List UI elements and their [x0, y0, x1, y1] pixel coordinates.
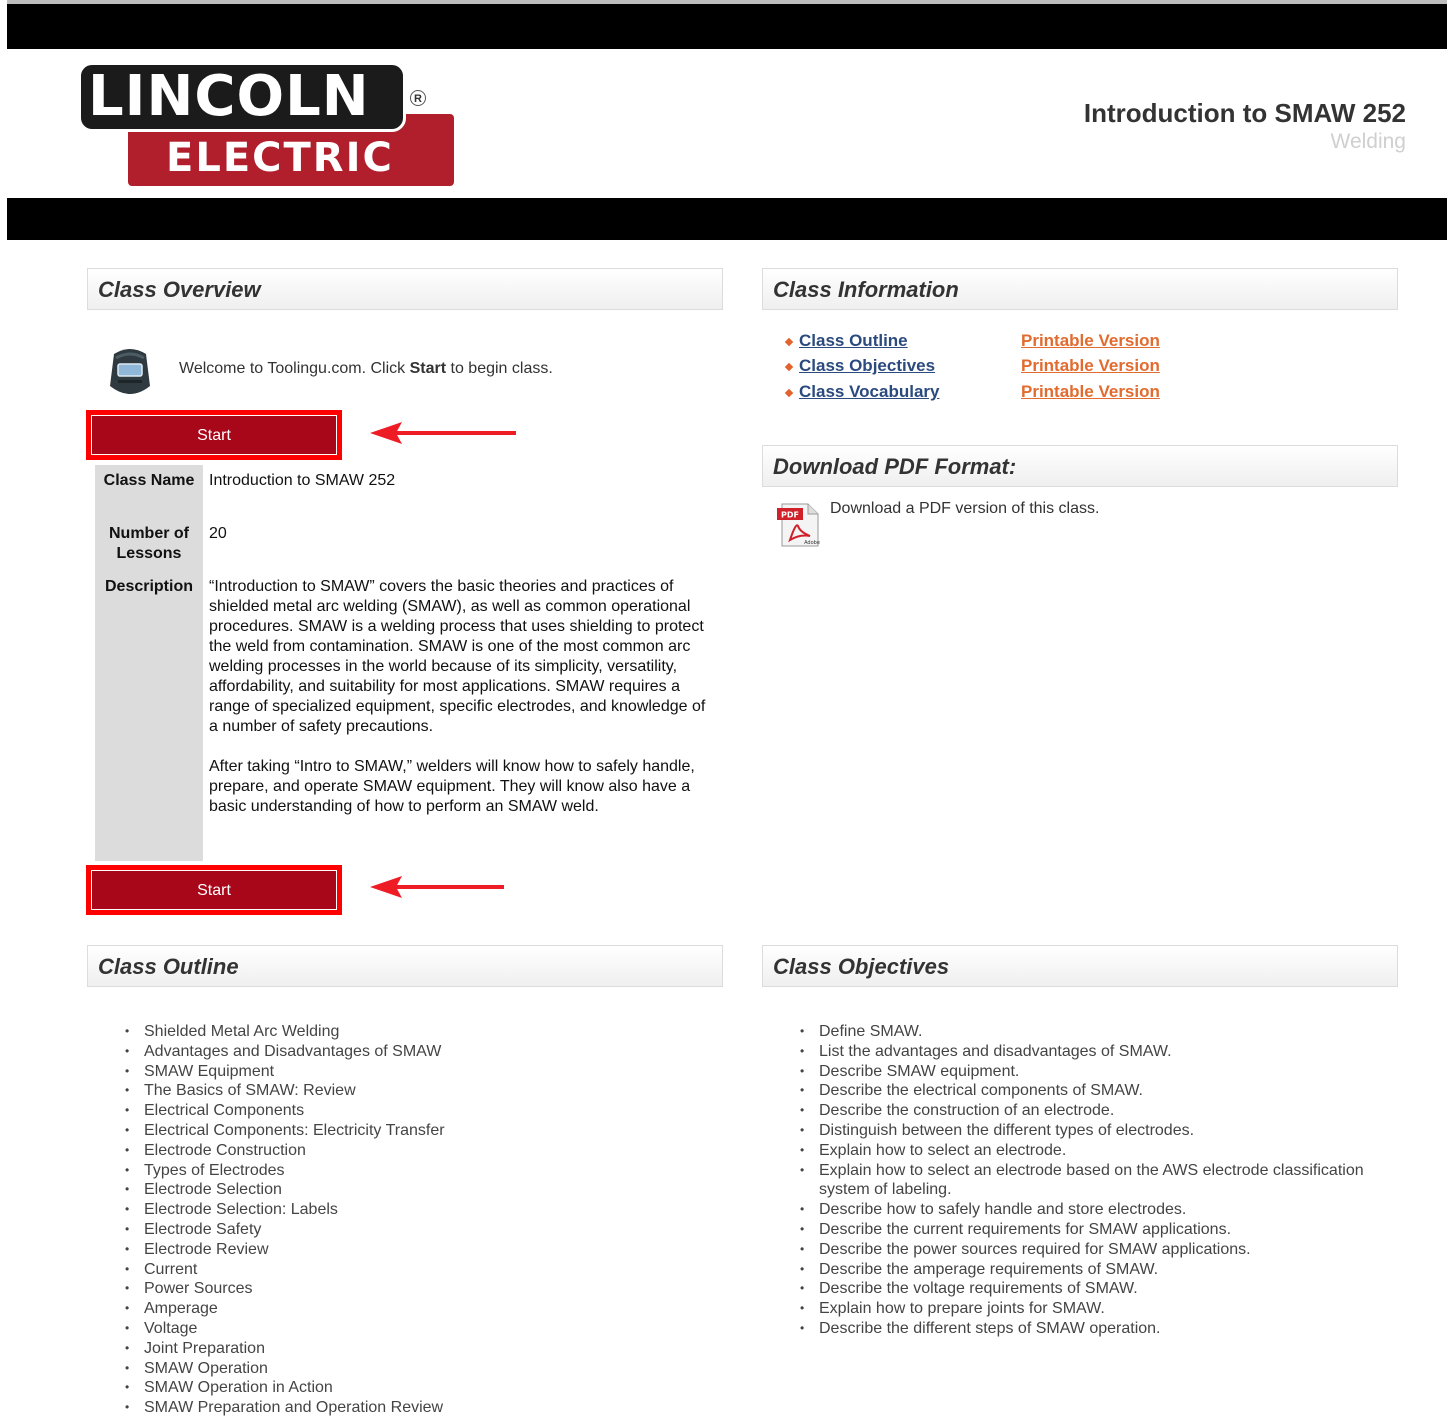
list-item: Describe the amperage requirements of SM… — [762, 1260, 1402, 1280]
arrow-left-icon — [370, 876, 504, 898]
list-item: Describe the voltage requirements of SMA… — [762, 1279, 1402, 1299]
class-objectives-heading: Class Objectives — [762, 945, 1398, 987]
start-button-bottom[interactable]: Start — [91, 870, 337, 910]
description-paragraph-2: After taking “Intro to SMAW,” welders wi… — [209, 758, 695, 815]
welding-helmet-icon — [110, 349, 150, 394]
list-item: Explain how to prepare joints for SMAW. — [762, 1299, 1402, 1319]
bullet-diamond-icon — [784, 388, 794, 398]
list-item: Joint Preparation — [87, 1339, 723, 1359]
list-item: Describe SMAW equipment. — [762, 1062, 1402, 1082]
class-outline-heading: Class Outline — [87, 945, 723, 987]
list-item: Voltage — [87, 1319, 723, 1339]
list-item: Describe how to safely handle and store … — [762, 1200, 1402, 1220]
description-paragraph-1: “Introduction to SMAW” covers the basic … — [209, 578, 706, 735]
list-item: Explain how to select an electrode based… — [762, 1161, 1402, 1201]
list-item: Power Sources — [87, 1279, 723, 1299]
list-item: SMAW Operation — [87, 1359, 723, 1379]
class-vocabulary-link[interactable]: Class Vocabulary — [799, 382, 939, 402]
header-bottom-bar — [7, 198, 1447, 240]
class-objectives-list: Define SMAW.List the advantages and disa… — [762, 1022, 1402, 1339]
class-overview-heading: Class Overview — [87, 268, 723, 310]
class-vocabulary-printable-link[interactable]: Printable Version — [1021, 382, 1160, 402]
info-link-row: Class Objectives Printable Version — [784, 356, 1186, 380]
lincoln-electric-logo[interactable]: LINCOLN ELECTRIC R — [78, 62, 456, 188]
logo-text-lincoln: LINCOLN — [88, 64, 370, 129]
welcome-message: Welcome to Toolingu.com. Click Start to … — [179, 360, 553, 377]
list-item: Describe the construction of an electrod… — [762, 1101, 1402, 1121]
header-top-bar — [7, 4, 1447, 49]
list-item: Describe the current requirements for SM… — [762, 1220, 1402, 1240]
list-item: Electrode Selection: Labels — [87, 1200, 723, 1220]
list-item: Electrode Construction — [87, 1141, 723, 1161]
arrow-left-icon — [370, 422, 516, 444]
download-pdf-text[interactable]: Download a PDF version of this class. — [830, 500, 1099, 518]
class-category: Welding — [1330, 130, 1407, 153]
list-item: Define SMAW. — [762, 1022, 1402, 1042]
list-item: Advantages and Disadvantages of SMAW — [87, 1042, 723, 1062]
class-outline-link[interactable]: Class Outline — [799, 331, 908, 351]
logo-text-electric: ELECTRIC — [166, 135, 394, 181]
list-item: Electrode Review — [87, 1240, 723, 1260]
list-item: Distinguish between the different types … — [762, 1121, 1402, 1141]
list-item: Explain how to select an electrode. — [762, 1141, 1402, 1161]
download-pdf-heading: Download PDF Format: — [762, 445, 1398, 487]
bullet-diamond-icon — [784, 337, 794, 347]
list-item: Electrode Selection — [87, 1180, 723, 1200]
info-link-row: Class Vocabulary Printable Version — [784, 382, 1186, 406]
list-item: Current — [87, 1260, 723, 1280]
class-objectives-link[interactable]: Class Objectives — [799, 356, 935, 376]
description-label: Description — [104, 578, 193, 595]
pdf-badge-text: PDF — [781, 511, 799, 520]
list-item: Describe the different steps of SMAW ope… — [762, 1319, 1402, 1339]
start-button-top[interactable]: Start — [91, 415, 337, 455]
list-item: List the advantages and disadvantages of… — [762, 1042, 1402, 1062]
list-item: Describe the power sources required for … — [762, 1240, 1402, 1260]
pdf-file-icon[interactable]: PDF Adobe — [776, 502, 820, 548]
lessons-value: 20 — [209, 525, 227, 542]
start-button-highlight-top: Start — [86, 410, 342, 460]
list-item: Types of Electrodes — [87, 1161, 723, 1181]
list-item: Electrode Safety — [87, 1220, 723, 1240]
adobe-text: Adobe — [804, 540, 820, 546]
class-outline-list: Shielded Metal Arc WeldingAdvantages and… — [87, 1022, 723, 1418]
class-title: Introduction to SMAW 252 — [1083, 98, 1406, 128]
bullet-diamond-icon — [784, 362, 794, 372]
description-value: “Introduction to SMAW” covers the basic … — [209, 577, 707, 817]
list-item: SMAW Equipment — [87, 1062, 723, 1082]
start-button-highlight-bottom: Start — [86, 865, 342, 915]
list-item: The Basics of SMAW: Review — [87, 1081, 723, 1101]
class-name-label: Class Name — [103, 472, 195, 489]
class-name-value: Introduction to SMAW 252 — [209, 472, 396, 489]
registered-mark: R — [410, 90, 426, 106]
list-item: Electrical Components — [87, 1101, 723, 1121]
info-link-row: Class Outline Printable Version — [784, 331, 1186, 355]
list-item: SMAW Operation in Action — [87, 1378, 723, 1398]
list-item: Amperage — [87, 1299, 723, 1319]
list-item: Describe the electrical components of SM… — [762, 1081, 1402, 1101]
list-item: Shielded Metal Arc Welding — [87, 1022, 723, 1042]
class-outline-printable-link[interactable]: Printable Version — [1021, 331, 1160, 351]
class-objectives-printable-link[interactable]: Printable Version — [1021, 356, 1160, 376]
list-item: Electrical Components: Electricity Trans… — [87, 1121, 723, 1141]
class-information-heading: Class Information — [762, 268, 1398, 310]
lessons-label: Number of Lessons — [109, 525, 189, 562]
list-item: SMAW Preparation and Operation Review — [87, 1398, 723, 1418]
